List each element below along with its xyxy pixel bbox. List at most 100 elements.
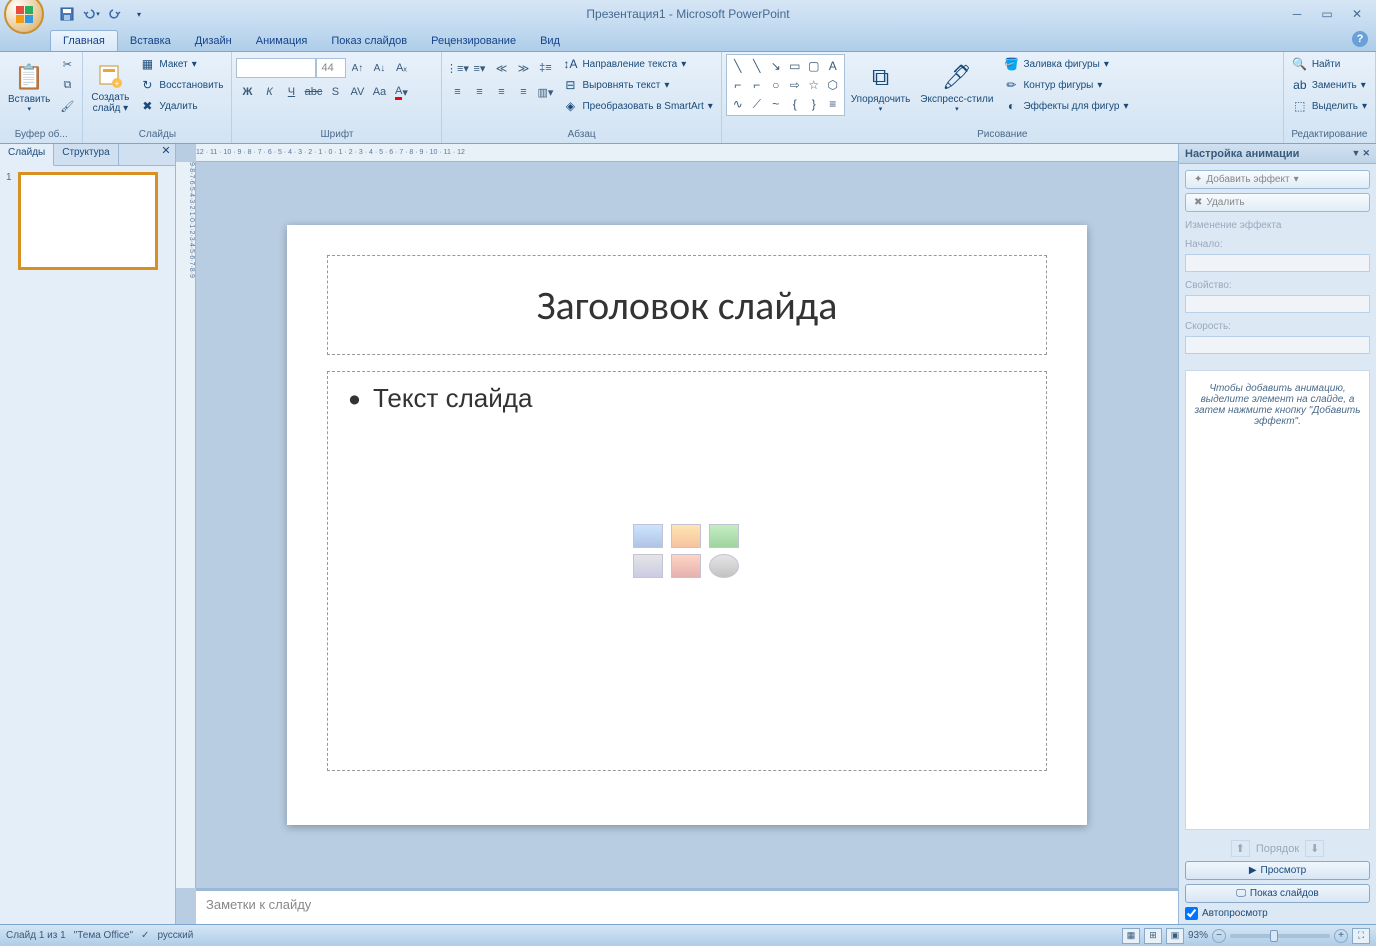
zoom-level[interactable]: 93% <box>1188 930 1208 941</box>
slide[interactable]: Заголовок слайда Текст слайда <box>287 225 1087 825</box>
title-placeholder[interactable]: Заголовок слайда <box>327 255 1047 355</box>
char-spacing-icon[interactable]: AV <box>346 82 368 102</box>
delete-slide-button[interactable]: ✖Удалить <box>135 96 227 116</box>
shape-line-icon[interactable]: ╲ <box>729 57 747 75</box>
shape-curve-icon[interactable]: ∿ <box>729 95 747 113</box>
tab-outline[interactable]: Структура <box>54 144 118 165</box>
shape-rect-icon[interactable]: ▭ <box>786 57 804 75</box>
close-button[interactable]: ✕ <box>1344 6 1370 22</box>
shape-effects-button[interactable]: ◐Эффекты для фигур ▾ <box>999 96 1132 116</box>
shape-connector-icon[interactable]: ⌐ <box>748 76 766 94</box>
find-button[interactable]: 🔍Найти <box>1288 54 1371 74</box>
align-center-icon[interactable]: ≡ <box>468 82 490 102</box>
language-indicator[interactable]: русский <box>157 930 193 941</box>
shape-action-icon[interactable]: ⬡ <box>824 76 842 94</box>
columns-icon[interactable]: ▥▾ <box>534 82 556 102</box>
zoom-slider[interactable] <box>1230 934 1330 938</box>
save-icon[interactable] <box>56 3 78 25</box>
tab-slideshow[interactable]: Показ слайдов <box>319 31 419 51</box>
shape-more-icon[interactable]: ≡ <box>824 95 842 113</box>
cut-icon[interactable]: ✂ <box>56 54 78 74</box>
clear-format-icon[interactable]: Aₓ <box>390 58 412 78</box>
strikethrough-icon[interactable]: abc <box>302 82 324 102</box>
font-name-combo[interactable] <box>236 58 316 78</box>
insert-smartart-icon[interactable] <box>709 524 739 548</box>
insert-chart-icon[interactable] <box>671 524 701 548</box>
shape-scribble-icon[interactable]: ~ <box>767 95 785 113</box>
bold-icon[interactable]: Ж <box>236 82 258 102</box>
increase-indent-icon[interactable]: ≫ <box>512 58 534 78</box>
zoom-out-icon[interactable]: − <box>1212 929 1226 943</box>
shape-freeform-icon[interactable]: ⟋ <box>748 95 766 113</box>
paste-button[interactable]: 📋 Вставить ▾ <box>4 54 54 120</box>
slideshow-view-icon[interactable]: ▣ <box>1166 928 1184 944</box>
minimize-button[interactable]: ─ <box>1284 6 1310 22</box>
insert-picture-icon[interactable] <box>633 554 663 578</box>
align-text-button[interactable]: ⊟Выровнять текст ▾ <box>558 75 716 95</box>
redo-icon[interactable] <box>104 3 126 25</box>
shape-arrow-icon[interactable]: ↘ <box>767 57 785 75</box>
shape-textbox-icon[interactable]: A <box>824 57 842 75</box>
shape-rect-icon[interactable]: ▢ <box>805 57 823 75</box>
align-right-icon[interactable]: ≡ <box>490 82 512 102</box>
insert-media-icon[interactable] <box>709 554 739 578</box>
autopreview-checkbox[interactable]: Автопросмотр <box>1185 907 1370 920</box>
shape-outline-button[interactable]: ✏Контур фигуры ▾ <box>999 75 1132 95</box>
shrink-font-icon[interactable]: A↓ <box>368 58 390 78</box>
bullets-icon[interactable]: ⋮≡▾ <box>446 58 468 78</box>
zoom-in-icon[interactable]: + <box>1334 929 1348 943</box>
undo-icon[interactable]: ▾ <box>80 3 102 25</box>
line-spacing-icon[interactable]: ‡≡ <box>534 58 556 78</box>
zoom-thumb[interactable] <box>1270 930 1278 942</box>
tab-insert[interactable]: Вставка <box>118 31 183 51</box>
pane-close-icon[interactable]: ✕ <box>1362 148 1370 159</box>
align-left-icon[interactable]: ≡ <box>446 82 468 102</box>
add-effect-button[interactable]: ✦Добавить эффект ▾ <box>1185 170 1370 189</box>
quick-styles-button[interactable]: 🖊 Экспресс-стили ▾ <box>916 54 997 120</box>
preview-button[interactable]: ▶ Просмотр <box>1185 861 1370 880</box>
font-size-combo[interactable]: 44 <box>316 58 346 78</box>
canvas[interactable]: Заголовок слайда Текст слайда <box>196 162 1178 888</box>
slide-indicator[interactable]: Слайд 1 из 1 <box>6 930 66 941</box>
reset-button[interactable]: ↻Восстановить <box>135 75 227 95</box>
shape-brace-icon[interactable]: } <box>805 95 823 113</box>
pane-dropdown-icon[interactable]: ▼ <box>1352 148 1361 159</box>
select-button[interactable]: ⬚Выделить ▾ <box>1288 96 1371 116</box>
tab-view[interactable]: Вид <box>528 31 572 51</box>
shape-fill-button[interactable]: 🪣Заливка фигуры ▾ <box>999 54 1132 74</box>
decrease-indent-icon[interactable]: ≪ <box>490 58 512 78</box>
layout-button[interactable]: ▦Макет ▾ <box>135 54 227 74</box>
change-case-icon[interactable]: Aa <box>368 82 390 102</box>
text-direction-button[interactable]: ↕AНаправление текста ▾ <box>558 54 716 74</box>
spellcheck-icon[interactable]: ✓ <box>141 930 149 941</box>
smartart-button[interactable]: ◈Преобразовать в SmartArt ▾ <box>558 96 716 116</box>
help-icon[interactable]: ? <box>1352 31 1368 47</box>
underline-icon[interactable]: Ч <box>280 82 302 102</box>
tab-slides-thumbs[interactable]: Слайды <box>0 144 54 166</box>
content-placeholder[interactable]: Текст слайда <box>327 371 1047 771</box>
shape-brace-icon[interactable]: { <box>786 95 804 113</box>
tab-review[interactable]: Рецензирование <box>419 31 528 51</box>
thumbnail-item[interactable]: 1 <box>6 172 169 270</box>
insert-clipart-icon[interactable] <box>671 554 701 578</box>
slideshow-button[interactable]: 🖵 Показ слайдов <box>1185 884 1370 903</box>
maximize-button[interactable]: ▭ <box>1314 6 1340 22</box>
sorter-view-icon[interactable]: ⊞ <box>1144 928 1162 944</box>
normal-view-icon[interactable]: ▦ <box>1122 928 1140 944</box>
shape-oval-icon[interactable]: ○ <box>767 76 785 94</box>
shape-connector-icon[interactable]: ⌐ <box>729 76 747 94</box>
italic-icon[interactable]: К <box>258 82 280 102</box>
theme-indicator[interactable]: "Тема Office" <box>74 930 133 941</box>
panel-close-icon[interactable]: ✕ <box>157 144 175 165</box>
copy-icon[interactable]: ⧉ <box>56 75 78 95</box>
slide-thumbnail[interactable] <box>18 172 158 270</box>
qat-customize-icon[interactable]: ▾ <box>128 3 150 25</box>
shape-star-icon[interactable]: ☆ <box>805 76 823 94</box>
format-painter-icon[interactable]: 🖌 <box>56 96 78 116</box>
new-slide-button[interactable]: + Создатьслайд ▾ <box>87 54 133 120</box>
grow-font-icon[interactable]: A↑ <box>346 58 368 78</box>
tab-home[interactable]: Главная <box>50 30 118 51</box>
numbering-icon[interactable]: ≡▾ <box>468 58 490 78</box>
replace-button[interactable]: abЗаменить ▾ <box>1288 75 1371 95</box>
font-color-icon[interactable]: A▾ <box>390 82 412 102</box>
